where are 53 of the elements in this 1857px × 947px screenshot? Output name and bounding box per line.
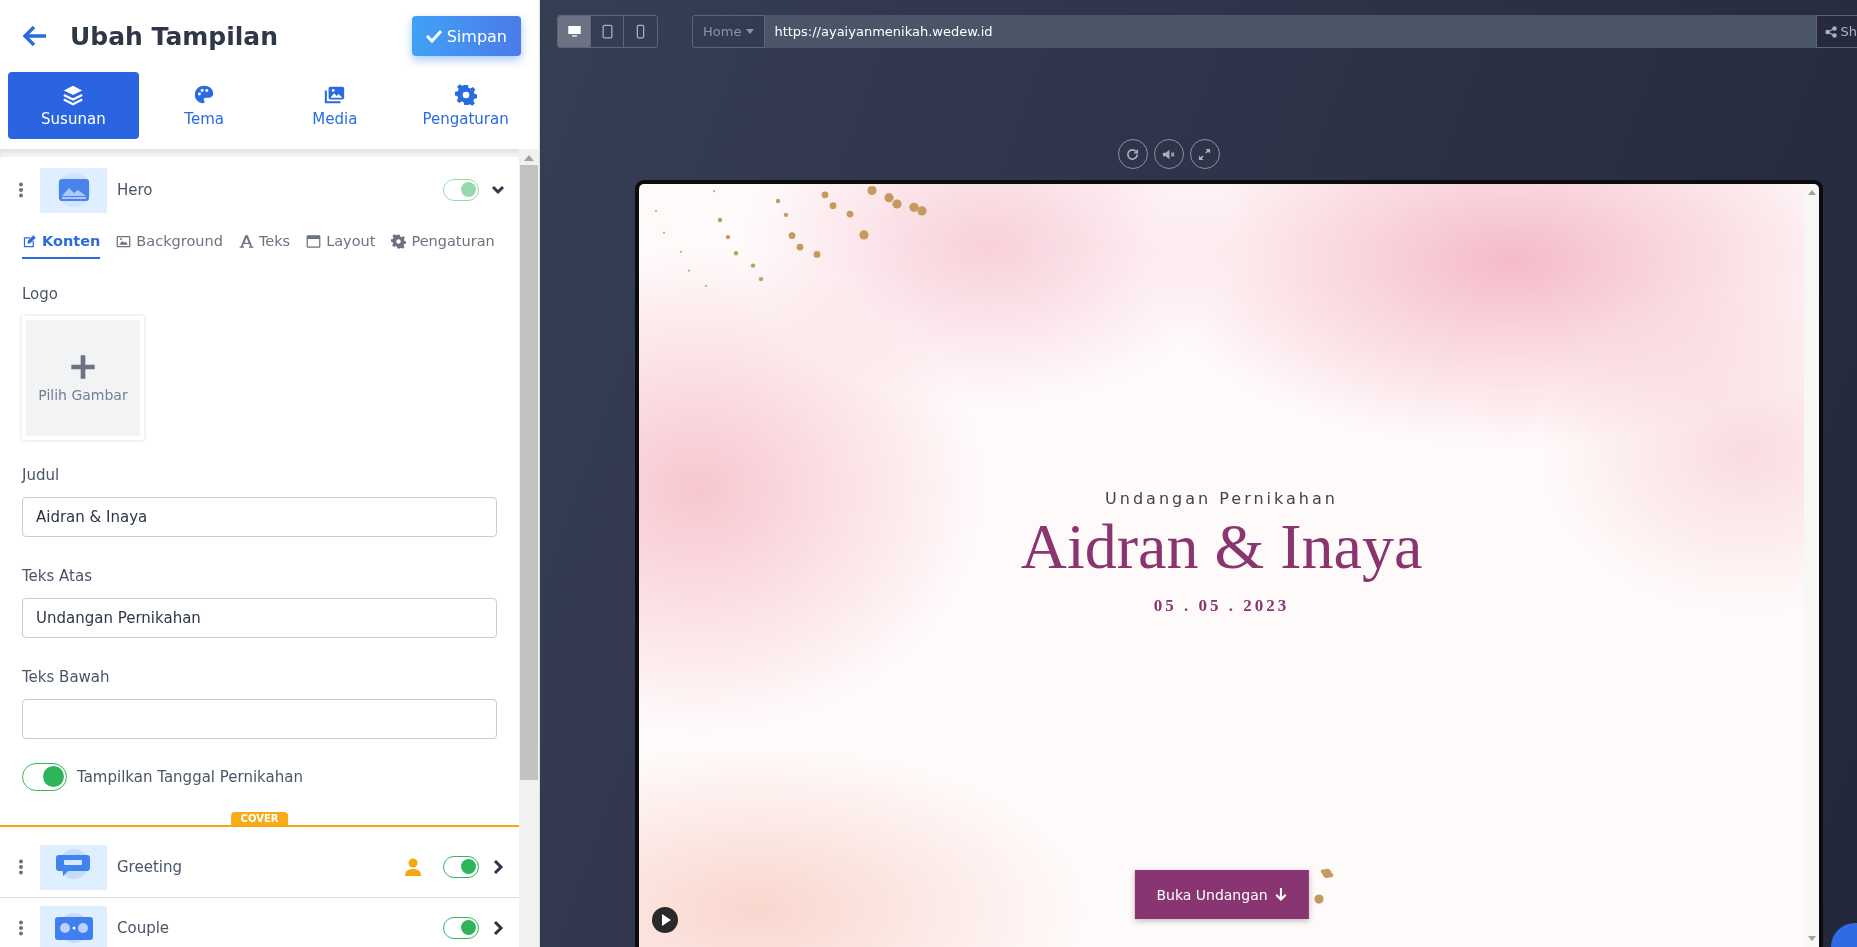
section-name: Greeting	[117, 858, 183, 876]
open-invitation-button[interactable]: Buka Undangan	[1134, 870, 1309, 919]
drag-handle-icon[interactable]	[18, 920, 24, 936]
save-button[interactable]: Simpan	[411, 16, 521, 56]
settings-icon	[391, 233, 407, 249]
switch-label: Tampilkan Tanggal Pernikahan	[77, 768, 303, 786]
font-icon	[238, 233, 254, 249]
drag-handle-icon[interactable]	[18, 182, 24, 198]
page-title: Ubah Tampilan	[70, 21, 280, 51]
greeting-thumbnail	[40, 844, 107, 890]
settings-icon	[454, 83, 477, 106]
chevron-right-icon[interactable]	[491, 860, 505, 874]
chevron-right-icon[interactable]	[491, 921, 505, 935]
caret-icon	[746, 29, 755, 34]
hero-thumbnail	[40, 167, 107, 213]
scrollbar[interactable]	[519, 149, 539, 947]
back-arrow-icon[interactable]	[22, 25, 48, 47]
device-button[interactable]	[558, 16, 591, 47]
share-icon	[1824, 25, 1837, 38]
check-icon	[425, 29, 442, 43]
reload-icon	[1126, 147, 1139, 161]
text-input[interactable]	[22, 699, 497, 739]
palette-icon	[193, 83, 216, 106]
hero-subtitle: Undangan Pernikahan	[1105, 489, 1338, 508]
field-label: Teks Bawah	[22, 668, 111, 686]
hero-title: Aidran & Inaya	[1020, 510, 1423, 584]
field-label: Judul	[22, 466, 61, 484]
expand-icon	[1198, 147, 1211, 161]
url-field[interactable]: https://ayaiyanmenikah.wedew.id	[765, 15, 1816, 48]
field-label: Teks Atas	[22, 567, 93, 585]
field-label: Logo	[22, 285, 59, 303]
play-icon[interactable]	[651, 906, 679, 934]
arrow-down-icon	[1274, 887, 1287, 902]
toggle-switch[interactable]	[443, 917, 479, 939]
page-select[interactable]: Home	[692, 15, 766, 48]
share-button[interactable]: Sh	[1815, 15, 1857, 48]
section-badge: COVER	[230, 812, 289, 825]
section-name: Couple	[117, 919, 171, 937]
desktop-icon	[566, 24, 582, 39]
window-icon	[306, 233, 322, 249]
nav-tab[interactable]: Susunan	[8, 72, 139, 139]
nav-tab[interactable]: Tema	[138, 72, 270, 139]
layers-icon	[62, 83, 85, 106]
image-icon	[116, 233, 132, 249]
nav-tab[interactable]: Pengaturan	[400, 72, 531, 139]
plus-icon	[69, 353, 97, 381]
edit-icon	[22, 233, 37, 249]
section-name: Hero	[117, 181, 154, 199]
tablet-icon	[599, 24, 615, 39]
drag-handle-icon[interactable]	[18, 859, 24, 875]
wedding-date: 05 . 05 . 2023	[1153, 596, 1290, 616]
nav-tab[interactable]: Media	[269, 72, 401, 139]
toggle-switch[interactable]	[443, 856, 479, 878]
